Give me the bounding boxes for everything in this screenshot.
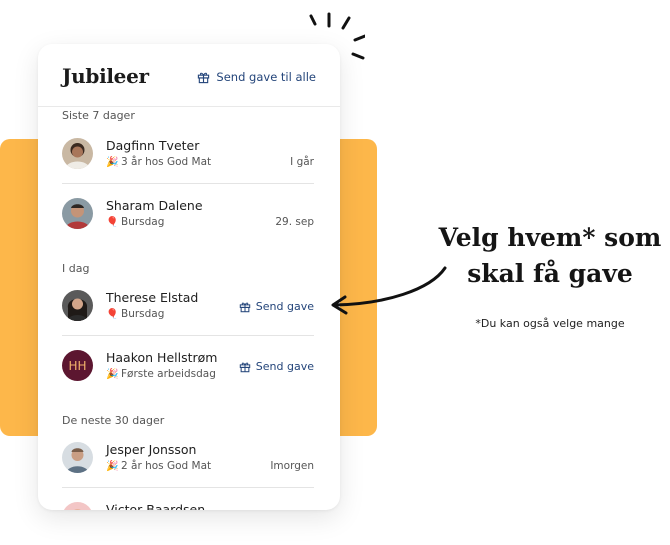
list-item[interactable]: Therese Elstad 🎈 Bursdag Send gave [62, 276, 314, 336]
headline: Velg hvem* som skal få gave [430, 220, 670, 292]
event-line: 🎈 Bursdag [106, 216, 164, 228]
section-label-today: I dag [62, 262, 90, 275]
person-name: Haakon Hellstrøm [106, 350, 218, 365]
event-label: Første arbeidsdag [121, 368, 216, 380]
gift-icon [239, 362, 251, 372]
list-item[interactable]: Jesper Jonsson 🎉 2 år hos God Mat Imorge… [62, 428, 314, 488]
footnote: *Du kan også velge mange [475, 317, 625, 330]
gift-icon [198, 72, 210, 83]
list-item[interactable]: Dagfinn Tveter 🎉 3 år hos God Mat I går [62, 124, 314, 184]
card-title: Jubileer [62, 64, 149, 88]
send-gift-to-all-button[interactable]: Send gave til alle [197, 70, 316, 84]
event-label: Bursdag [121, 308, 165, 320]
avatar [62, 290, 93, 321]
list-item[interactable]: HH Haakon Hellstrøm 🎉 Første arbeidsdag … [62, 336, 314, 395]
event-label: 2 år hos God Mat [121, 460, 212, 472]
party-popper-icon: 🎉 [106, 460, 119, 472]
event-label: Bursdag [121, 216, 165, 228]
event-line: 🎉 Første arbeidsdag [106, 368, 216, 380]
event-date: Imorgen [270, 460, 314, 472]
section-label-next-30-days: De neste 30 dager [62, 414, 165, 427]
send-gift-button[interactable]: Send gave [239, 300, 314, 313]
event-date: 29. sep [275, 216, 314, 228]
send-gift-label: Send gave [255, 300, 314, 313]
person-name: Dagfinn Tveter [106, 138, 200, 153]
avatar [62, 138, 93, 169]
list-item[interactable]: Sharam Dalene 🎈 Bursdag 29. sep [62, 184, 314, 243]
event-label: 3 år hos God Mat [121, 156, 212, 168]
headline-line-1: Velg hvem* som [438, 223, 662, 252]
send-gift-button[interactable]: Send gave [239, 360, 314, 373]
person-name: Therese Elstad [106, 290, 199, 305]
event-date: I går [290, 156, 314, 168]
gift-icon [239, 302, 251, 312]
send-gift-label: Send gave [255, 360, 314, 373]
avatar [62, 502, 93, 510]
avatar [62, 442, 93, 473]
headline-line-2: skal få gave [467, 259, 633, 288]
person-name: Jesper Jonsson [106, 442, 197, 457]
event-line: 🎉 3 år hos God Mat [106, 156, 211, 168]
person-name: Sharam Dalene [106, 198, 203, 213]
party-popper-icon: 🎉 [106, 156, 119, 168]
person-name: Victor Baardsen [106, 502, 206, 510]
send-gift-to-all-label: Send gave til alle [216, 70, 316, 84]
avatar [62, 198, 93, 229]
list-item[interactable]: Victor Baardsen [62, 488, 314, 510]
section-label-last-7-days: Siste 7 dager [62, 109, 135, 122]
event-line: 🎉 2 år hos God Mat [106, 460, 211, 472]
header-divider [38, 106, 340, 107]
balloon-icon: 🎈 [106, 216, 119, 228]
balloon-icon: 🎈 [106, 308, 119, 320]
event-line: 🎈 Bursdag [106, 308, 164, 320]
avatar-initials: HH [62, 350, 93, 381]
party-popper-icon: 🎉 [106, 368, 119, 380]
anniversaries-card: Jubileer Send gave til alle Siste 7 dage… [38, 44, 340, 510]
